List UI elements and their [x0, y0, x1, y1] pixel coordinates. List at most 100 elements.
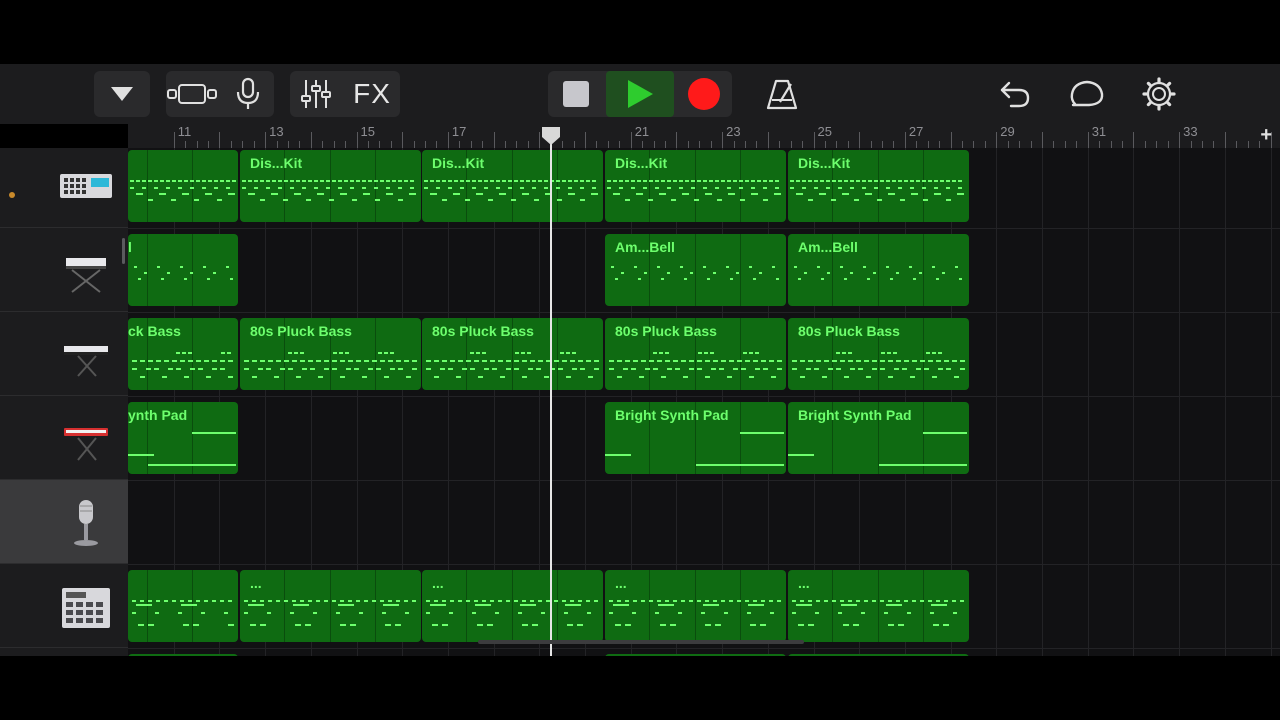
- note-mark: [611, 266, 614, 268]
- music-region-partial[interactable]: [128, 654, 238, 656]
- note-mark: [326, 180, 330, 182]
- note-mark: [226, 180, 230, 182]
- note-mark: [636, 193, 643, 195]
- note-mark: [324, 360, 329, 362]
- note-mark: [442, 199, 447, 201]
- track-header[interactable]: [0, 396, 128, 480]
- note-mark: [570, 600, 574, 602]
- play-button[interactable]: [606, 71, 674, 117]
- music-region[interactable]: ...: [788, 570, 969, 642]
- note-mark: [426, 612, 430, 614]
- note-mark: [436, 187, 440, 189]
- horizontal-scrollbar[interactable]: [478, 640, 804, 644]
- note-mark: [350, 180, 354, 182]
- music-region[interactable]: ...: [422, 570, 603, 642]
- music-region[interactable]: Dis...Kit: [422, 150, 603, 222]
- header-resize-handle[interactable]: [122, 238, 125, 264]
- ruler-bar-number: 17: [451, 124, 467, 139]
- lane-divider: [128, 480, 1280, 481]
- music-region[interactable]: 80s Pluck Bass: [605, 318, 786, 390]
- note-mark: [888, 193, 895, 195]
- note-mark: [434, 360, 439, 362]
- note-mark: [458, 600, 462, 602]
- note-mark: [792, 368, 797, 370]
- note-mark: [140, 376, 145, 378]
- note-mark: [164, 600, 168, 602]
- track-header[interactable]: [0, 148, 128, 228]
- music-region[interactable]: ...: [605, 570, 786, 642]
- music-region[interactable]: Am...Bell: [788, 234, 969, 306]
- ruler-subtick: [505, 141, 507, 148]
- stop-button[interactable]: [550, 71, 602, 117]
- note-mark: [719, 368, 724, 370]
- music-region[interactable]: [128, 570, 238, 642]
- note-mark: [499, 193, 506, 195]
- note-mark: [751, 193, 758, 195]
- ruler-subtick: [710, 141, 712, 148]
- track-header[interactable]: [0, 228, 128, 312]
- playhead-line[interactable]: [550, 132, 552, 656]
- music-region[interactable]: ynth Pad: [128, 402, 238, 474]
- music-region[interactable]: ck Bass: [128, 318, 238, 390]
- note-mark: [896, 600, 900, 602]
- note-mark: [340, 600, 344, 602]
- views-toggle-button[interactable]: [166, 71, 218, 117]
- note-mark: [717, 199, 722, 201]
- note-mark: [283, 199, 288, 201]
- timeline-ruler[interactable]: 111315171921232527293133 +: [128, 124, 1280, 148]
- mixer-button[interactable]: [290, 71, 342, 117]
- note-mark: [657, 360, 662, 362]
- music-region[interactable]: Bright Synth Pad: [605, 402, 786, 474]
- track-menu-button[interactable]: [94, 71, 150, 117]
- music-region-partial[interactable]: [605, 654, 786, 656]
- track-header[interactable]: [0, 480, 128, 564]
- note-mark: [196, 180, 200, 182]
- microphone-button[interactable]: [222, 71, 274, 117]
- note-mark: [874, 187, 878, 189]
- undo-button[interactable]: [990, 71, 1040, 117]
- metronome-button[interactable]: [756, 71, 808, 117]
- music-region[interactable]: l: [128, 234, 238, 306]
- music-region-partial[interactable]: [788, 654, 969, 656]
- note-mark: [202, 187, 206, 189]
- region-name: 80s Pluck Bass: [432, 323, 534, 339]
- playhead-handle[interactable]: [541, 126, 561, 146]
- ruler-bar-number: 27: [908, 124, 924, 139]
- note-mark: [705, 600, 709, 602]
- note-mark: [278, 180, 282, 182]
- music-region[interactable]: Dis...Kit: [240, 150, 421, 222]
- note-mark: [858, 368, 863, 370]
- note-mark: [506, 360, 511, 362]
- music-region[interactable]: 80s Pluck Bass: [788, 318, 969, 390]
- note-mark: [242, 180, 246, 182]
- record-button[interactable]: [678, 71, 730, 117]
- track-header[interactable]: [0, 312, 128, 396]
- track-header[interactable]: [0, 648, 128, 656]
- settings-button[interactable]: [1134, 71, 1184, 117]
- note-mark: [827, 272, 830, 274]
- music-region[interactable]: [128, 150, 238, 222]
- note-mark: [482, 600, 486, 602]
- track-header[interactable]: [0, 564, 128, 648]
- music-region[interactable]: 80s Pluck Bass: [240, 318, 421, 390]
- note-mark: [904, 600, 908, 602]
- ruler-subtick: [882, 141, 884, 148]
- fx-button[interactable]: FX: [344, 71, 400, 117]
- music-region[interactable]: Dis...Kit: [788, 150, 969, 222]
- music-region[interactable]: 80s Pluck Bass: [422, 318, 603, 390]
- note-mark: [386, 180, 390, 182]
- music-region[interactable]: ...: [240, 570, 421, 642]
- region-name: Dis...Kit: [250, 155, 303, 171]
- music-region[interactable]: Dis...Kit: [605, 150, 786, 222]
- music-region[interactable]: Am...Bell: [605, 234, 786, 306]
- note-mark: [276, 360, 281, 362]
- tracks-grid[interactable]: Dis...Kit Dis...Kit Dis...Kit Dis...Kit l Am.…: [128, 148, 1280, 656]
- note-mark: [228, 193, 235, 195]
- loop-button[interactable]: [1062, 71, 1112, 117]
- note-mark: [759, 272, 762, 274]
- note-mark: [923, 199, 928, 201]
- add-section-button[interactable]: +: [1260, 124, 1272, 146]
- note-mark: [478, 376, 483, 378]
- music-region[interactable]: Bright Synth Pad: [788, 402, 969, 474]
- note-mark: [148, 199, 153, 201]
